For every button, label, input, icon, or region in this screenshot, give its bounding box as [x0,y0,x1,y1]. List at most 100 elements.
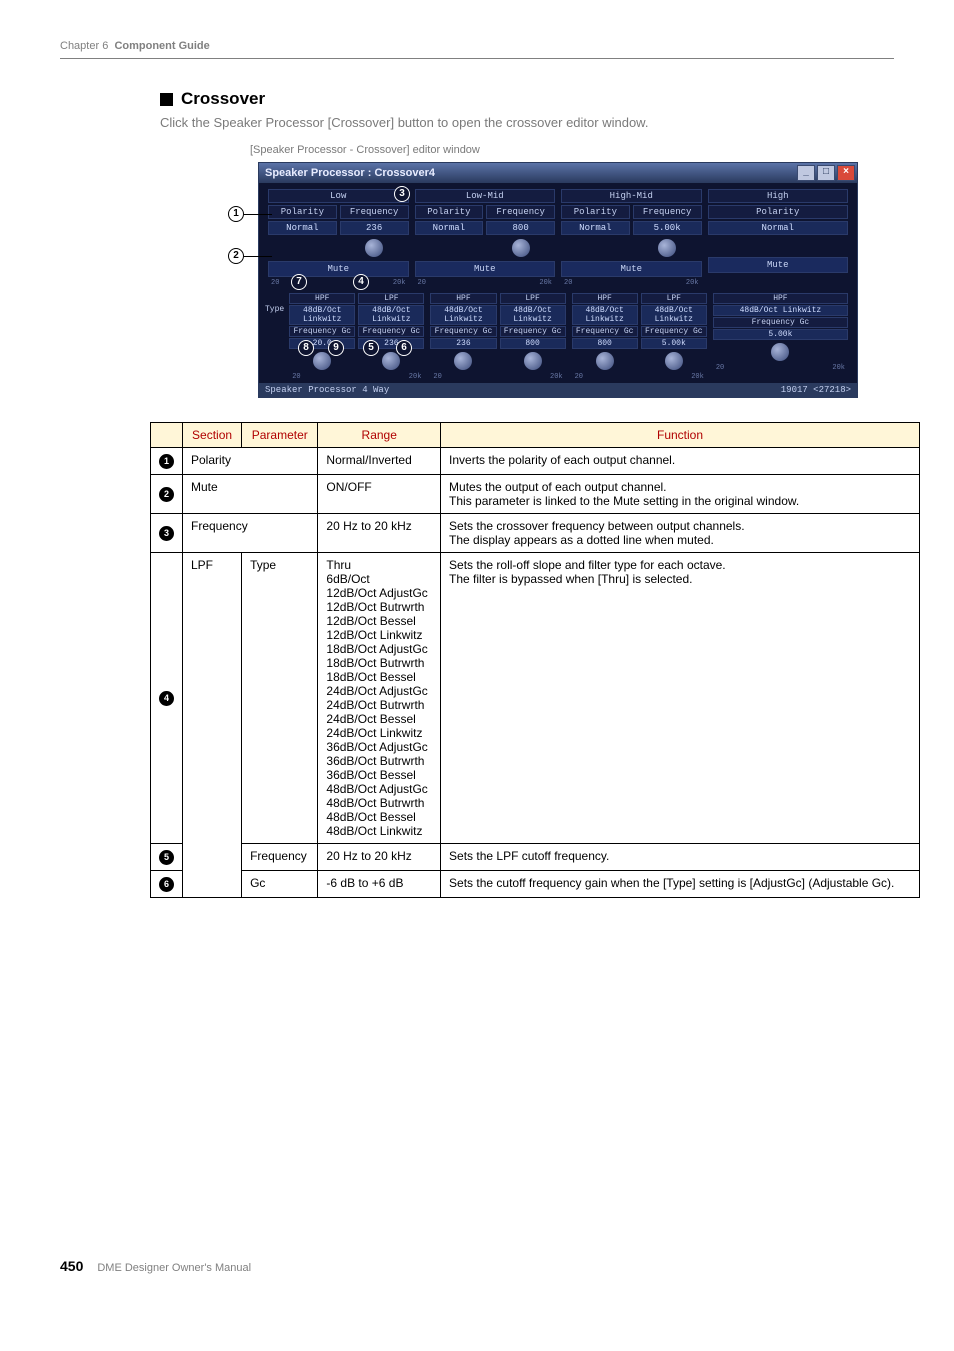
hpf-knob[interactable] [313,352,331,370]
freq-gc-label: Frequency Gc [358,326,424,337]
band-low-mid: Low-Mid Polarity Frequency Normal 800 [412,187,559,289]
cell-function: Sets the cutoff frequency gain when the … [441,871,920,898]
divider [60,58,894,59]
hpf-type[interactable]: 48dB/Oct Linkwitz [572,305,638,325]
hpf-knob[interactable] [771,343,789,361]
cell-range: Normal/Inverted [318,448,441,475]
col-section: Section [183,423,242,448]
lpf-knob[interactable] [665,352,683,370]
polarity-value[interactable]: Normal [708,221,849,235]
hpf-label: HPF [430,293,496,304]
hpf-freq[interactable]: 236 [430,338,496,349]
lpf-knob[interactable] [524,352,542,370]
row-index: 1 [151,448,183,475]
row-index: 5 [151,844,183,871]
cell-parameter: Frequency [242,844,318,871]
chapter-header: Chapter 6 Component Guide [60,40,894,52]
callout-8: 8 [298,340,314,356]
hpf-type[interactable]: 48dB/Oct Linkwitz [289,305,355,325]
lpf-type[interactable]: 48dB/Oct Linkwitz [500,305,566,325]
section-description: Click the Speaker Processor [Crossover] … [160,115,894,130]
hpf-freq[interactable]: 800 [572,338,638,349]
table-row: 3Frequency20 Hz to 20 kHzSets the crosso… [151,514,920,553]
lpf-type[interactable]: 48dB/Oct Linkwitz [641,305,707,325]
cell-section: Polarity [183,448,318,475]
row-index: 6 [151,871,183,898]
status-right: 19017 <27218> [781,385,851,395]
hpf-type[interactable]: 48dB/Oct Linkwitz [713,305,848,316]
mute-button[interactable]: Mute [708,257,849,273]
editor-screenshot: 1 2 3 4 7 8 9 5 6 Speaker Processor : Cr… [228,162,858,398]
frequency-knob[interactable] [658,239,676,257]
maximize-button[interactable]: □ [817,165,835,181]
frequency-label: Frequency [486,205,555,219]
frequency-knob[interactable] [365,239,383,257]
frequency-value[interactable]: 236 [340,221,409,235]
frequency-label: Frequency [633,205,702,219]
callout-line [244,256,272,257]
status-bar: Speaker Processor 4 Way 19017 <27218> [259,383,857,397]
cell-section: Mute [183,475,318,514]
lpf-freq[interactable]: 800 [500,338,566,349]
callout-6: 6 [396,340,412,356]
frequency-value[interactable]: 800 [486,221,555,235]
section-title: Crossover [181,89,265,109]
cell-section: LPF [183,553,242,898]
polarity-label: Polarity [268,205,337,219]
col-range: Range [318,423,441,448]
hpf-type[interactable]: 48dB/Oct Linkwitz [430,305,496,325]
filter-band-highmid: HPF LPF 48dB/Oct Linkwitz 48dB/Oct Linkw… [569,293,710,381]
cell-function: Sets the LPF cutoff frequency. [441,844,920,871]
mute-button[interactable]: Mute [561,261,702,277]
cell-range: 20 Hz to 20 kHz [318,514,441,553]
hpf-freq[interactable]: 5.00k [713,329,848,340]
chapter-title: Component Guide [114,40,209,52]
minimize-button[interactable]: _ [797,165,815,181]
polarity-value[interactable]: Normal [268,221,337,235]
mute-button[interactable]: Mute [268,261,409,277]
lpf-type[interactable]: 48dB/Oct Linkwitz [358,305,424,325]
cell-function: Sets the roll-off slope and filter type … [441,553,920,844]
band-label: Low-Mid [415,189,556,203]
band-label: High-Mid [561,189,702,203]
close-button[interactable]: × [837,165,855,181]
callout-7: 7 [291,274,307,290]
chapter-number: Chapter 6 [60,40,108,52]
table-row: 1PolarityNormal/InvertedInverts the pola… [151,448,920,475]
cell-range: 20 Hz to 20 kHz [318,844,441,871]
cell-range: Thru 6dB/Oct 12dB/Oct AdjustGc 12dB/Oct … [318,553,441,844]
frequency-value[interactable]: 5.00k [633,221,702,235]
callout-3: 3 [394,186,410,202]
cell-function: Inverts the polarity of each output chan… [441,448,920,475]
hpf-knob[interactable] [454,352,472,370]
frequency-knob[interactable] [512,239,530,257]
manual-title: DME Designer Owner's Manual [97,1262,251,1274]
mute-button[interactable]: Mute [415,261,556,277]
callout-9: 9 [328,340,344,356]
polarity-label: Polarity [561,205,630,219]
hpf-knob[interactable] [596,352,614,370]
lpf-knob[interactable] [382,352,400,370]
row-index: 3 [151,514,183,553]
polarity-value[interactable]: Normal [561,221,630,235]
callout-2: 2 [228,248,244,264]
page-number: 450 [60,1258,83,1274]
square-bullet-icon [160,93,173,106]
band-label: High [708,189,849,203]
table-row: 2MuteON/OFFMutes the output of each outp… [151,475,920,514]
figure-caption: [Speaker Processor - Crossover] editor w… [250,144,894,156]
lpf-freq[interactable]: 5.00k [641,338,707,349]
filter-band-low: HPF LPF 48dB/Oct Linkwitz 48dB/Oct Linkw… [286,293,427,381]
table-row: 6Gc-6 dB to +6 dBSets the cutoff frequen… [151,871,920,898]
row-index: 2 [151,475,183,514]
cell-function: Sets the crossover frequency between out… [441,514,920,553]
band-high: High Polarity Normal Mute [705,187,852,289]
cell-range: ON/OFF [318,475,441,514]
polarity-value[interactable]: Normal [415,221,484,235]
filter-band-high: HPF 48dB/Oct Linkwitz Frequency Gc 5.00k [710,293,851,381]
table-row: 4LPFTypeThru 6dB/Oct 12dB/Oct AdjustGc 1… [151,553,920,844]
row-index: 4 [151,553,183,844]
section-heading: Crossover [160,89,894,109]
filter-band-lowmid: HPF LPF 48dB/Oct Linkwitz 48dB/Oct Linkw… [427,293,568,381]
cell-parameter: Gc [242,871,318,898]
